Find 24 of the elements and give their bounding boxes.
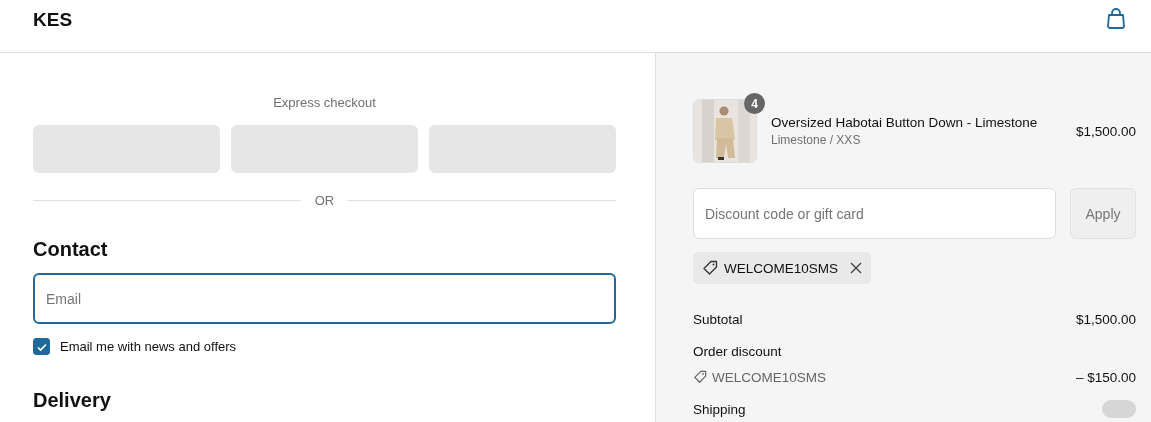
- tag-icon: [702, 260, 718, 276]
- discount-code: WELCOME10SMS: [712, 369, 827, 385]
- store-logo[interactable]: KES: [33, 9, 73, 31]
- product-name: Oversized Habotai Button Down - Limestone: [771, 115, 1039, 130]
- shopping-bag-icon[interactable]: [1106, 8, 1126, 30]
- quantity-badge: 4: [744, 93, 765, 114]
- summary-label: Order discount: [693, 343, 782, 359]
- remove-icon[interactable]: [850, 262, 863, 274]
- summary-amount: $1,500.00: [1075, 311, 1136, 327]
- loading-placeholder: [1102, 400, 1136, 418]
- tag-icon: [693, 370, 707, 384]
- section-label: Express checkout: [272, 95, 377, 110]
- email-field[interactable]: Email: [33, 273, 616, 324]
- summary-label: Subtotal: [693, 311, 743, 327]
- checkbox-label: Email me with news and offers: [60, 339, 237, 354]
- discount-code: WELCOME10SMS: [724, 260, 839, 276]
- summary-label: Shipping: [693, 401, 746, 417]
- section-heading: Delivery: [33, 389, 112, 412]
- discount-amount: – $150.00: [1075, 369, 1136, 385]
- checkbox[interactable]: [33, 338, 50, 355]
- product-variant: Limestone / XXS: [771, 133, 862, 147]
- product-price: $1,500.00: [1075, 123, 1136, 139]
- divider-label: OR: [314, 193, 335, 208]
- section-heading: Contact: [33, 238, 109, 261]
